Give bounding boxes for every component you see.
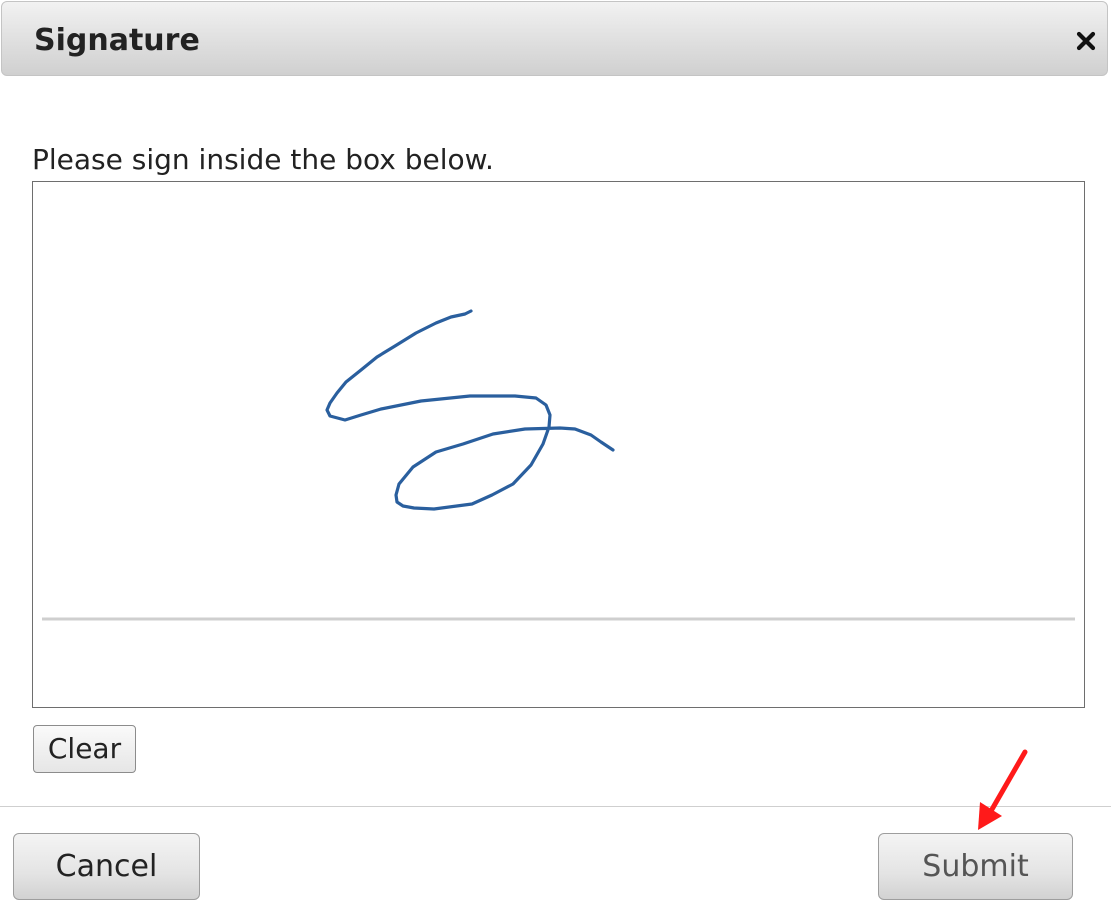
dialog-title: Signature (34, 23, 200, 58)
close-icon (1076, 31, 1096, 51)
dialog-titlebar: Signature (1, 1, 1108, 76)
close-button[interactable] (1073, 26, 1099, 56)
signature-instruction: Please sign inside the box below. (32, 143, 494, 176)
footer-divider (0, 806, 1111, 807)
red-arrow-annotation-icon (978, 749, 1028, 830)
cancel-button[interactable]: Cancel (13, 833, 200, 900)
signature-stroke (325, 309, 615, 511)
signature-dialog: Signature Please sign inside the box bel… (0, 0, 1111, 900)
signature-drawing (42, 309, 1075, 621)
signature-canvas[interactable] (32, 181, 1085, 708)
submit-button[interactable]: Submit (878, 833, 1073, 900)
clear-button[interactable]: Clear (33, 725, 136, 773)
